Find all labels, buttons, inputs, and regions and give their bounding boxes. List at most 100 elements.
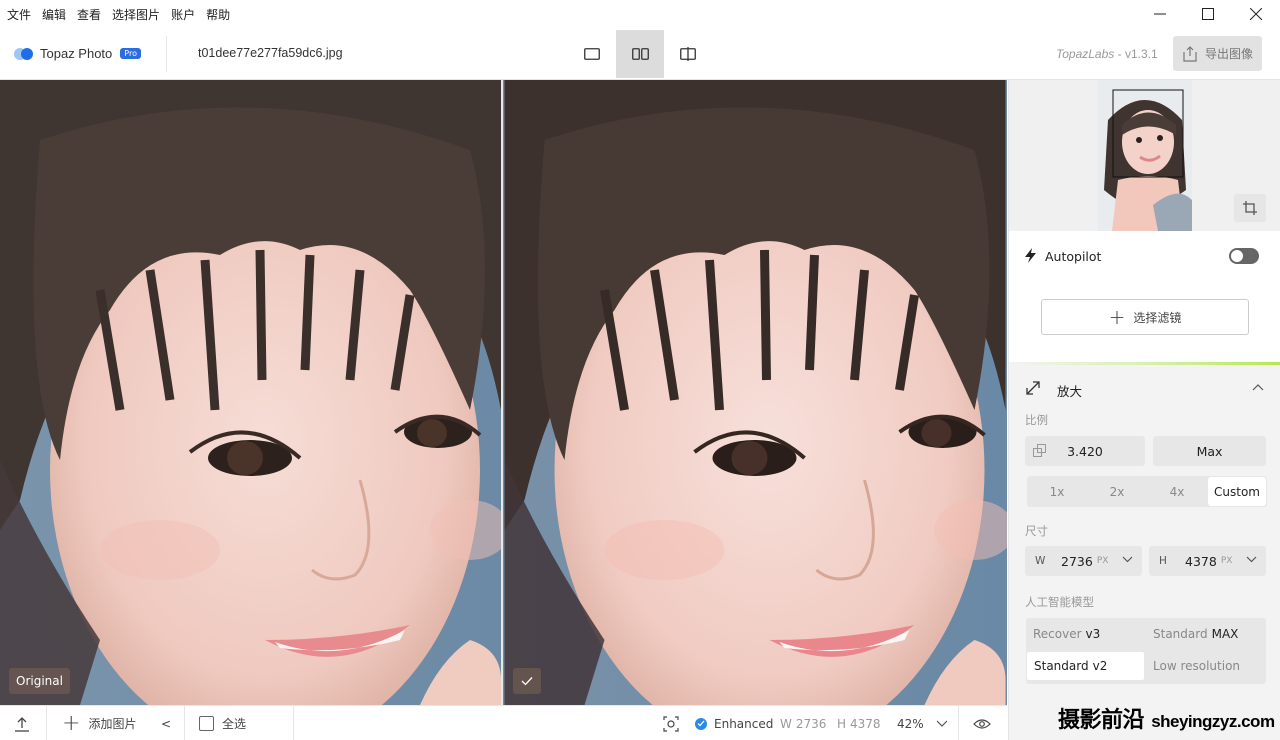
height-label: H <box>837 716 847 731</box>
height-unit: PX <box>1220 556 1233 566</box>
zoom-value: 42% <box>897 716 924 731</box>
model-standard-v2[interactable]: Standard v2 <box>1027 652 1144 680</box>
close-icon <box>1250 8 1262 20</box>
file-name: t01dee77e277fa59dc6.jpg <box>198 46 343 60</box>
model-standard-max[interactable]: Standard MAX <box>1146 620 1264 648</box>
enhanced-photo <box>504 80 1007 705</box>
side-by-side-icon <box>631 48 649 60</box>
watermark-cn: 摄影前沿 <box>1058 708 1145 733</box>
window-controls <box>1136 0 1280 28</box>
original-image-pane[interactable] <box>0 80 501 705</box>
toolbar: Topaz Photo Pro t01dee77e277fa59dc6.jpg … <box>0 28 1280 80</box>
scale-input[interactable]: 3.420 <box>1025 436 1145 466</box>
maximize-icon <box>1202 8 1214 20</box>
crop-icon <box>1243 201 1257 215</box>
preset-custom[interactable]: Custom <box>1208 477 1266 506</box>
chevron-down-icon <box>936 720 948 727</box>
select-all-label: 全选 <box>222 717 247 731</box>
toolbar-divider <box>166 36 167 72</box>
minimize-button[interactable] <box>1136 0 1184 28</box>
autopilot-toggle[interactable] <box>1229 248 1259 264</box>
menu-help[interactable]: 帮助 <box>206 6 230 23</box>
upscale-title: 放大 <box>1057 384 1083 399</box>
model-name: Standard <box>1153 627 1208 641</box>
menu-view[interactable]: 查看 <box>77 6 101 23</box>
watermark-url: sheyingzyz.com <box>1151 712 1275 731</box>
bottom-bar: + 添加图片 < 全选 Enhanced W 2736 H 4378 42% <box>0 705 1007 740</box>
model-name: Low resolution <box>1153 659 1241 673</box>
model-recover-v3[interactable]: Recover v3 <box>1026 620 1144 648</box>
model-name: Recover <box>1033 627 1082 641</box>
zoom-dropdown[interactable]: 42% <box>897 706 948 740</box>
collapse-button[interactable]: < <box>161 706 171 740</box>
enhanced-image-pane[interactable] <box>503 80 1007 705</box>
select-all-checkbox[interactable]: 全选 <box>199 706 246 740</box>
model-variant: MAX <box>1211 627 1239 641</box>
width-unit: PX <box>1096 556 1109 566</box>
site-watermark: 摄影前沿 sheyingzyz.com <box>1058 702 1275 734</box>
height-value: 4378 <box>850 716 881 731</box>
app-name: Topaz Photo <box>40 46 113 61</box>
chevron-down-icon <box>1122 556 1133 563</box>
bottom-divider <box>46 706 47 740</box>
model-low-resolution[interactable]: Low resolution <box>1146 652 1264 680</box>
add-images-label: 添加图片 <box>88 717 137 731</box>
checkbox-icon <box>199 716 214 731</box>
scale-icon <box>1033 444 1046 457</box>
brand-name: TopazLabs <box>1056 47 1115 61</box>
width-value: 2736 <box>795 716 827 731</box>
height-dropdown[interactable]: H 4378 PX <box>1149 546 1266 576</box>
autopilot-label: Autopilot <box>1045 249 1102 264</box>
snapshot-button[interactable] <box>663 706 679 740</box>
max-scale-button[interactable]: Max <box>1153 436 1266 466</box>
preset-1x[interactable]: 1x <box>1028 477 1086 506</box>
menu-select-images[interactable]: 选择图片 <box>112 6 160 23</box>
image-viewer[interactable]: Original <box>0 80 1007 705</box>
menu-bar: 文件 编辑 查看 选择图片 账户 帮助 <box>0 0 1280 28</box>
enhanced-indicator: Enhanced <box>695 706 773 740</box>
section-accent-line <box>1009 362 1280 365</box>
export-image-button[interactable]: 导出图像 <box>1173 36 1262 71</box>
navigator-thumbnail[interactable] <box>1098 80 1192 231</box>
select-filter-label: 选择滤镜 <box>1133 310 1182 325</box>
model-variant: v2 <box>1092 659 1108 673</box>
menu-edit[interactable]: 编辑 <box>42 6 66 23</box>
bottom-divider <box>184 706 185 740</box>
upload-button[interactable] <box>14 706 30 740</box>
plus-icon: + <box>62 710 81 736</box>
crop-button[interactable] <box>1234 194 1266 222</box>
original-photo <box>0 80 501 705</box>
close-button[interactable] <box>1232 0 1280 28</box>
output-height: H 4378 <box>837 706 881 740</box>
plus-icon: + <box>1108 305 1126 329</box>
height-axis-label: H <box>1159 555 1167 567</box>
navigator-preview[interactable] <box>1009 80 1280 231</box>
width-axis-label: W <box>1035 555 1046 567</box>
expand-arrows-icon <box>1026 381 1040 395</box>
split-view-button[interactable] <box>664 30 712 78</box>
scale-label: 比例 <box>1025 413 1048 427</box>
upscale-header[interactable]: 放大 <box>1009 372 1280 406</box>
pro-badge: Pro <box>120 48 141 59</box>
settings-panel: Autopilot + 选择滤镜 放大 比例 3.420 Max 1x 2x 4… <box>1008 80 1280 740</box>
single-view-button[interactable] <box>568 30 616 78</box>
preset-4x[interactable]: 4x <box>1148 477 1206 506</box>
model-name: Standard <box>1034 659 1089 673</box>
width-input-value: 2736 <box>1061 553 1093 569</box>
model-variant: v3 <box>1085 627 1101 641</box>
bottom-divider <box>293 706 294 740</box>
preview-toggle-button[interactable] <box>973 706 991 740</box>
chevron-up-icon <box>1252 384 1264 391</box>
menu-account[interactable]: 账户 <box>171 6 195 23</box>
maximize-button[interactable] <box>1184 0 1232 28</box>
app-logo: Topaz Photo Pro <box>14 46 141 61</box>
select-filter-button[interactable]: + 选择滤镜 <box>1041 299 1249 335</box>
add-images-button[interactable]: + 添加图片 <box>62 706 136 740</box>
brand-label: TopazLabs - v1.3.1 <box>1056 47 1158 61</box>
minimize-icon <box>1154 13 1166 15</box>
single-view-icon <box>584 48 600 60</box>
menu-file[interactable]: 文件 <box>7 6 31 23</box>
preset-2x[interactable]: 2x <box>1088 477 1146 506</box>
side-by-side-view-button[interactable] <box>616 30 664 78</box>
width-dropdown[interactable]: W 2736 PX <box>1025 546 1142 576</box>
